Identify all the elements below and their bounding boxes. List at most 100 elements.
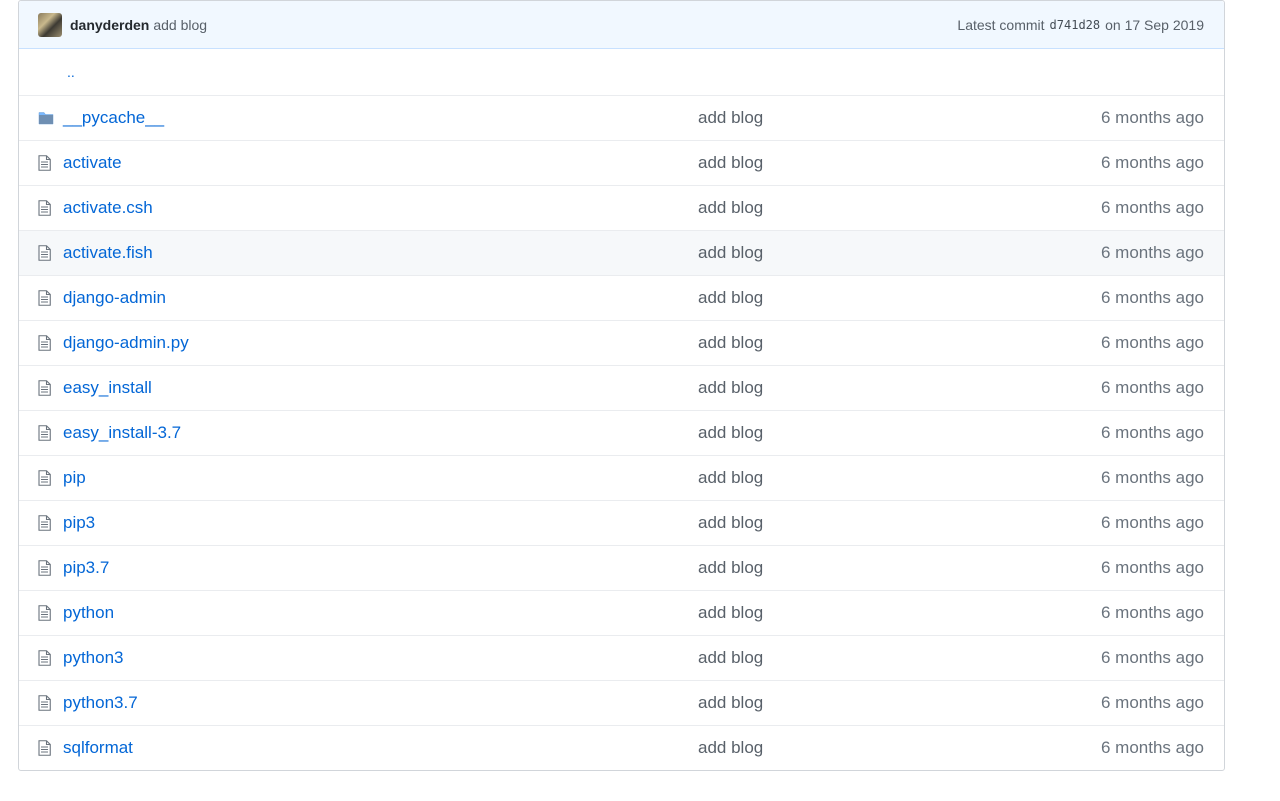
file-link[interactable]: pip [63,468,86,487]
commit-age: 6 months ago [1100,153,1204,172]
commit-message-link[interactable]: add blog [698,378,1024,398]
file-name-cell: pip [63,468,698,488]
latest-commit-label: Latest commit [957,16,1045,33]
author-avatar[interactable] [38,12,62,37]
commit-message-link[interactable]: add blog [698,333,1024,353]
file-row[interactable]: python3 add blog 6 months ago [19,635,1224,680]
commit-message-link[interactable]: add blog [698,558,1024,578]
file-name-cell: pip3.7 [63,558,698,578]
file-row[interactable]: django-admin add blog 6 months ago [19,275,1224,320]
file-icon [19,290,63,306]
directory-link[interactable]: __pycache__ [63,108,164,127]
commit-message-link[interactable]: add blog [698,243,1024,263]
commit-age: 6 months ago [1100,693,1204,712]
file-link[interactable]: python [63,603,114,622]
file-link[interactable]: django-admin [63,288,166,307]
file-row[interactable]: __pycache__ add blog 6 months ago [19,95,1224,140]
file-row[interactable]: easy_install add blog 6 months ago [19,365,1224,410]
file-name-cell: activate [63,153,698,173]
file-link[interactable]: activate.fish [63,243,153,262]
commit-age: 6 months ago [1100,333,1204,352]
file-name-cell: django-admin [63,288,698,308]
file-row[interactable]: pip3.7 add blog 6 months ago [19,545,1224,590]
file-row[interactable]: activate.csh add blog 6 months ago [19,185,1224,230]
file-row[interactable]: activate add blog 6 months ago [19,140,1224,185]
file-link[interactable]: python3.7 [63,693,138,712]
commit-date: on 17 Sep 2019 [1105,16,1204,33]
file-icon [19,380,63,396]
commit-age: 6 months ago [1100,738,1204,757]
file-link[interactable]: easy_install [63,378,152,397]
parent-directory-link[interactable]: .. [67,64,75,80]
commit-age: 6 months ago [1100,648,1204,667]
file-row[interactable]: sqlformat add blog 6 months ago [19,725,1224,770]
commit-message-link[interactable]: add blog [698,738,1024,758]
commit-message-link[interactable]: add blog [698,423,1024,443]
file-icon [19,560,63,576]
file-name-cell: pip3 [63,513,698,533]
commit-age: 6 months ago [1100,558,1204,577]
commit-message-link[interactable]: add blog [698,513,1024,533]
file-icon [19,515,63,531]
commit-age: 6 months ago [1100,243,1204,262]
commit-message-link[interactable]: add blog [698,108,1024,128]
file-icon [19,425,63,441]
file-icon [19,650,63,666]
file-name-cell: python3.7 [63,693,698,713]
commit-age: 6 months ago [1100,108,1204,127]
file-icon [19,155,63,171]
file-row[interactable]: activate.fish add blog 6 months ago [19,230,1224,275]
file-row[interactable]: python add blog 6 months ago [19,590,1224,635]
file-browser: danyderden add blog Latest commit d741d2… [18,0,1225,771]
file-link[interactable]: activate [63,153,122,172]
commit-sha-link[interactable]: d741d28 [1050,18,1101,32]
file-row[interactable]: pip3 add blog 6 months ago [19,500,1224,545]
commit-message-link[interactable]: add blog [698,153,1024,173]
commit-age: 6 months ago [1100,378,1204,397]
commit-message-link[interactable]: add blog [698,468,1024,488]
file-link[interactable]: pip3 [63,513,95,532]
file-list: __pycache__ add blog 6 months ago activate a… [19,95,1224,770]
file-name-cell: python [63,603,698,623]
commit-age: 6 months ago [1100,513,1204,532]
file-link[interactable]: activate.csh [63,198,153,217]
commit-message-link[interactable]: add blog [698,603,1024,623]
commit-age: 6 months ago [1100,468,1204,487]
commit-message-link[interactable]: add blog [698,648,1024,668]
file-icon [19,200,63,216]
commit-age: 6 months ago [1100,603,1204,622]
file-row[interactable]: python3.7 add blog 6 months ago [19,680,1224,725]
file-name-cell: activate.fish [63,243,698,263]
folder-icon [19,111,63,125]
file-name-cell: sqlformat [63,738,698,758]
file-link[interactable]: sqlformat [63,738,133,757]
latest-commit-header: danyderden add blog Latest commit d741d2… [19,1,1224,49]
file-icon [19,605,63,621]
file-icon [19,470,63,486]
file-link[interactable]: python3 [63,648,124,667]
file-icon [19,245,63,261]
file-name-cell: python3 [63,648,698,668]
file-row[interactable]: django-admin.py add blog 6 months ago [19,320,1224,365]
file-name-cell: easy_install-3.7 [63,423,698,443]
commit-age: 6 months ago [1100,423,1204,442]
file-icon [19,740,63,756]
parent-directory-row[interactable]: .. [19,49,1224,95]
commit-author-link[interactable]: danyderden [70,17,149,33]
file-name-cell: django-admin.py [63,333,698,353]
file-name-cell: __pycache__ [63,108,698,128]
commit-message-link[interactable]: add blog [698,288,1024,308]
file-row[interactable]: pip add blog 6 months ago [19,455,1224,500]
file-link[interactable]: django-admin.py [63,333,189,352]
file-name-cell: easy_install [63,378,698,398]
commit-message-link[interactable]: add blog [698,198,1024,218]
file-icon [19,695,63,711]
commit-message-link[interactable]: add blog [698,693,1024,713]
file-name-cell: activate.csh [63,198,698,218]
file-icon [19,335,63,351]
commit-message-link[interactable]: add blog [153,17,207,33]
file-link[interactable]: easy_install-3.7 [63,423,181,442]
file-link[interactable]: pip3.7 [63,558,109,577]
file-row[interactable]: easy_install-3.7 add blog 6 months ago [19,410,1224,455]
commit-age: 6 months ago [1100,288,1204,307]
